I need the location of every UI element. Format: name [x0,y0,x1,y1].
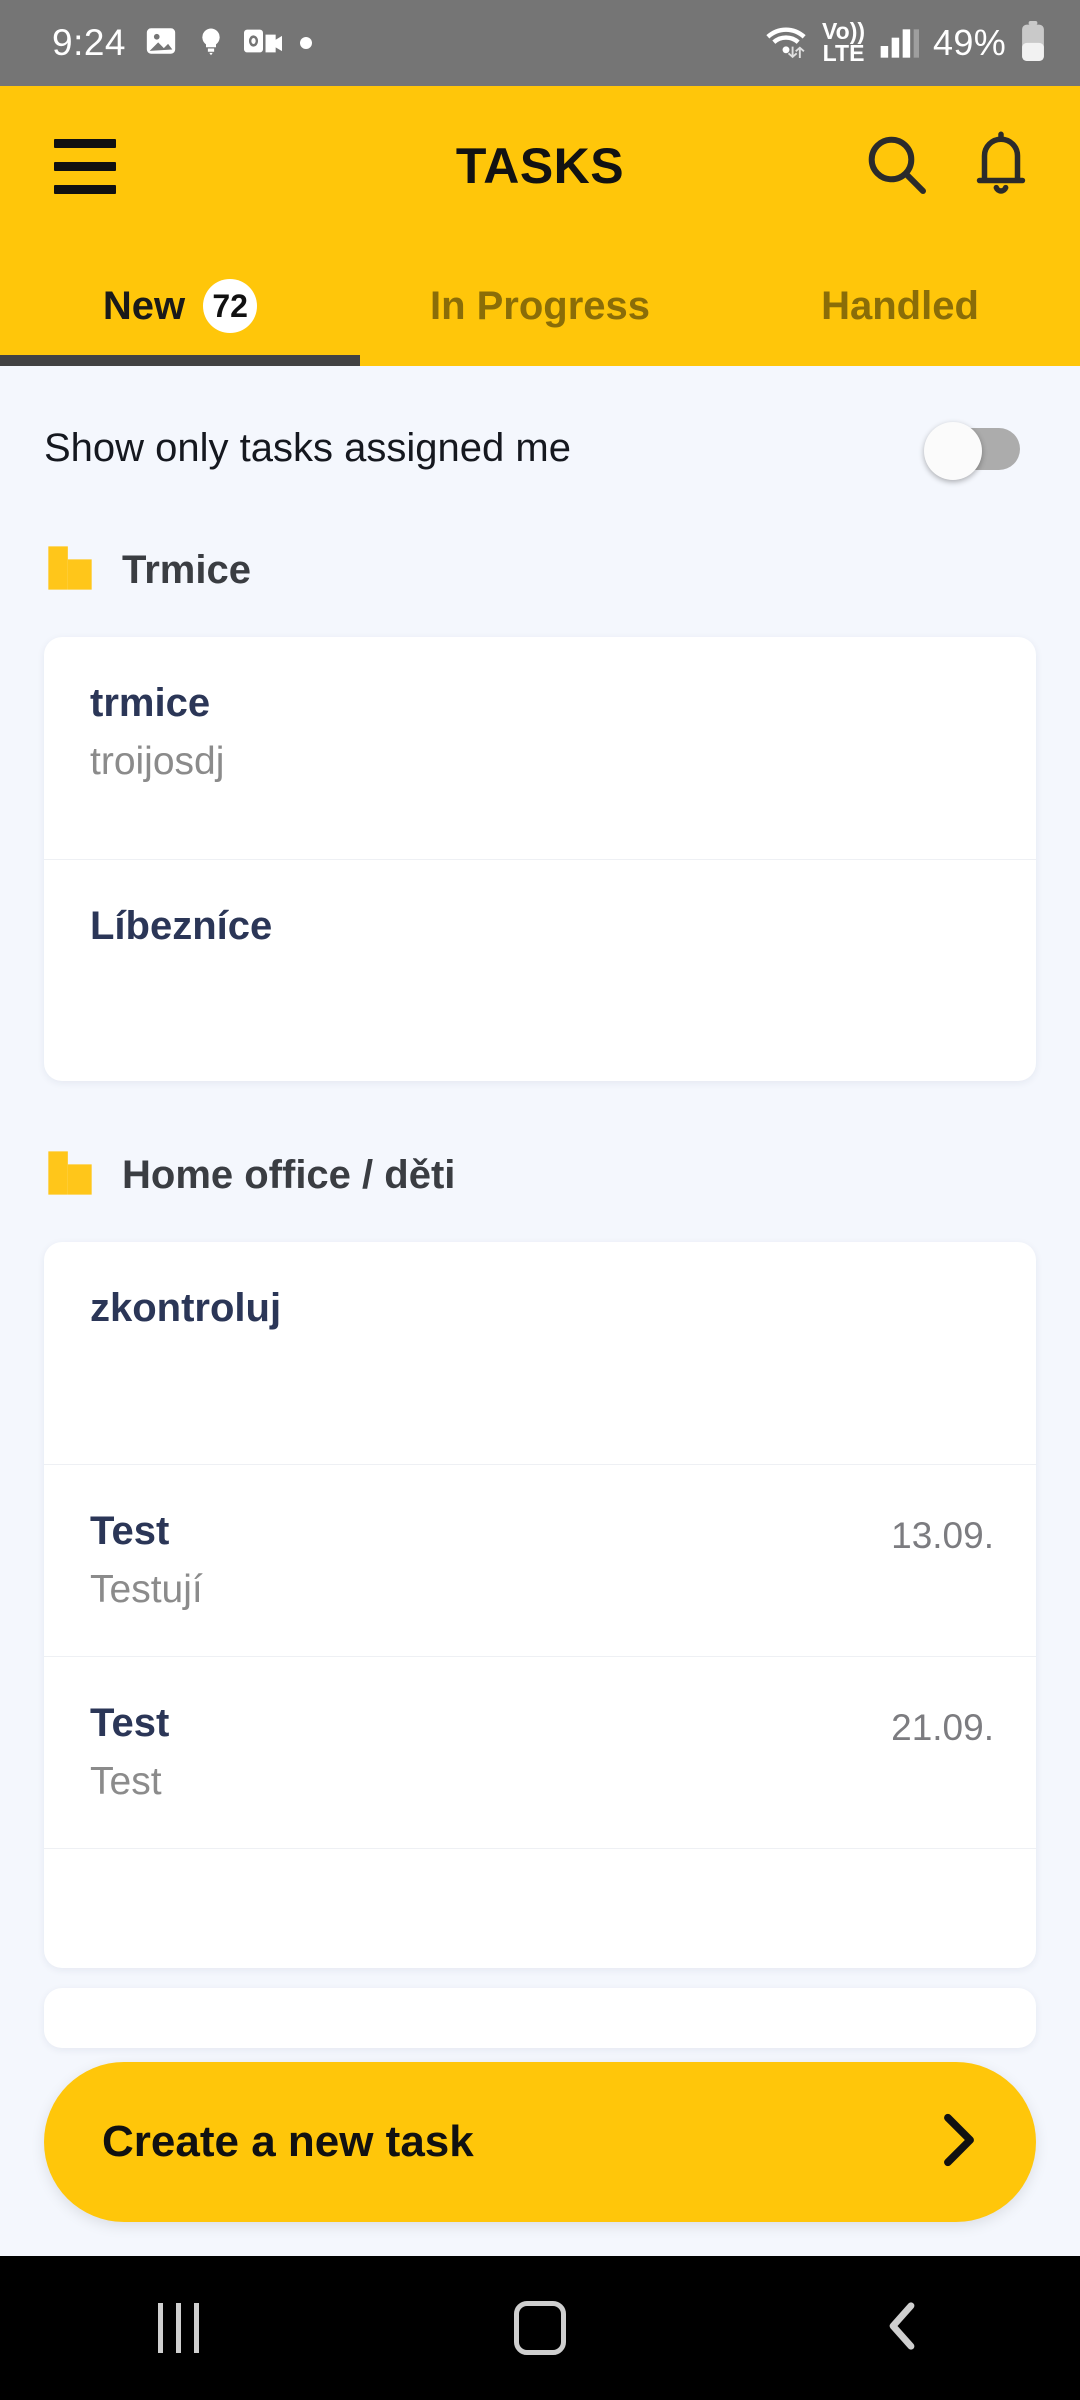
task-row-partial[interactable] [44,1848,1036,1968]
chevron-right-icon [936,2111,982,2174]
hamburger-bar [54,184,116,194]
assigned-filter-row: Show only tasks assigned me [0,366,1080,514]
android-navigation-bar [0,2256,1080,2400]
tab-new-label: New [102,283,186,328]
battery-percent-label: 49% [933,22,1006,63]
recents-bar [175,2303,181,2353]
app-bar-top-row: TASKS [0,86,1080,246]
status-bar-left: 9:24 [52,22,313,64]
status-bar-clock: 9:24 [52,22,127,63]
create-task-label: Create a new task [102,2117,474,2166]
task-main: Test Test [90,1701,169,1804]
building-icon [44,1147,96,1204]
assigned-filter-label: Show only tasks assigned me [44,425,571,470]
wifi-icon [764,22,808,65]
task-title: trmice [90,681,211,725]
tab-new-badge: 72 [203,279,258,333]
tab-handled-label: Handled [821,283,979,328]
task-title: Líbezníce [90,904,273,948]
create-task-button[interactable]: Create a new task [44,2062,1036,2222]
hamburger-bar [54,138,116,148]
recents-bar [193,2303,199,2353]
app-bar: TASKS New 72 In Progress Handled [0,86,1080,366]
status-bar: 9:24 Vo)) LTE 49% [0,0,1080,86]
group-header-home-office: Home office / děti [0,1081,1080,1228]
volte-icon: Vo)) LTE [822,20,865,66]
task-row[interactable]: zkontroluj [44,1242,1036,1464]
tab-new[interactable]: New 72 [0,246,360,366]
task-title: Test [90,1701,170,1745]
phone-screen: 9:24 Vo)) LTE 49% TASKS New 72 In Progre… [0,0,1080,2400]
lightbulb-icon [196,24,226,63]
tab-handled[interactable]: Handled [720,246,1080,366]
task-main: Test Testují [90,1509,203,1612]
search-icon[interactable] [860,128,932,205]
task-row[interactable]: trmice troijosdj [44,637,1036,859]
tab-in-progress[interactable]: In Progress [360,246,720,366]
battery-icon [1020,20,1046,66]
task-title: zkontroluj [90,1286,282,1330]
group-title: Trmice [122,548,251,592]
home-icon[interactable] [513,2301,566,2355]
hamburger-bar [54,161,116,171]
task-main: trmice troijosdj [90,681,224,784]
recents-icon[interactable] [157,2303,199,2353]
task-title: Test [90,1509,170,1553]
task-list-content[interactable]: Show only tasks assigned me Trmice trmic… [0,366,1080,2256]
task-main: Líbezníce [90,904,272,949]
task-row[interactable]: Test Test 21.09. [44,1656,1036,1848]
tab-in-progress-label: In Progress [429,283,651,328]
tab-active-indicator [0,355,360,366]
task-subtitle: Test [90,1760,162,1803]
building-icon [44,542,96,599]
group-header-trmice: Trmice [0,514,1080,623]
volte-line2: LTE [822,40,865,66]
task-card-next-partial [44,1988,1036,2048]
task-card-trmice: trmice troijosdj Líbezníce [44,637,1036,1081]
task-card-home-office: zkontroluj Test Testují 13.09. Test Test… [44,1242,1036,1968]
task-row[interactable]: Líbezníce [44,859,1036,1081]
status-bar-right: Vo)) LTE 49% [764,20,1046,66]
outlook-icon [244,25,283,62]
bell-icon[interactable] [968,128,1034,205]
task-date: 21.09. [891,1707,994,1748]
task-date: 13.09. [891,1515,994,1556]
toggle-knob [924,422,982,480]
back-chevron-icon[interactable] [881,2299,923,2358]
assigned-filter-toggle[interactable] [924,422,1020,480]
app-bar-actions [860,128,1034,205]
task-subtitle: Testují [90,1568,203,1611]
hamburger-menu-icon[interactable] [54,138,116,194]
tab-bar: New 72 In Progress Handled [0,246,1080,366]
signal-bars-icon [879,24,920,63]
recents-bar [157,2303,163,2353]
group-title: Home office / děti [122,1153,456,1197]
task-row[interactable]: Test Testují 13.09. [44,1464,1036,1656]
image-icon [144,24,178,63]
task-main: zkontroluj [90,1286,281,1331]
dot-icon [300,37,313,49]
task-subtitle: troijosdj [90,740,225,783]
